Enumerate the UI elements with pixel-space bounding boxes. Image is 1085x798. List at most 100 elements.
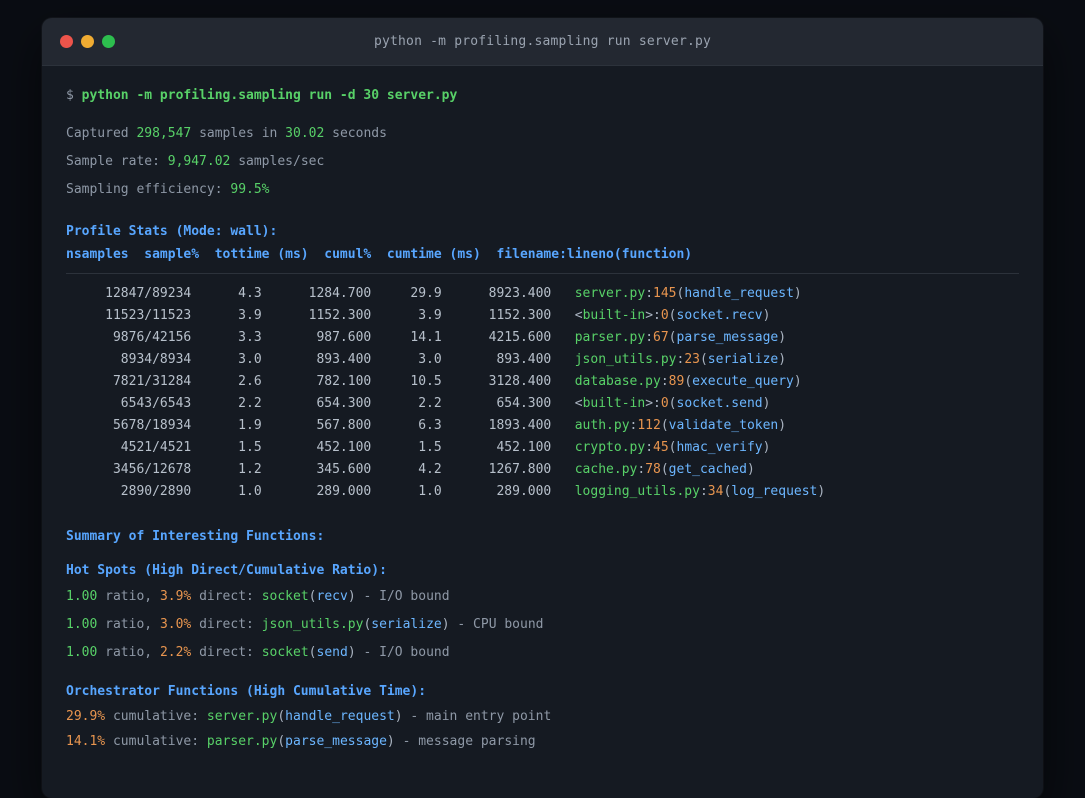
text-segment: 145 bbox=[653, 286, 677, 301]
text-segment: : bbox=[645, 330, 654, 345]
text-segment: Summary of Interesting Functions: bbox=[66, 529, 325, 544]
text-segment: cumulative: bbox=[105, 709, 207, 724]
text-segment: : bbox=[653, 396, 661, 411]
table-divider bbox=[66, 273, 1019, 274]
text-segment: logging_utils.py bbox=[574, 484, 700, 499]
text-segment: 30.02 bbox=[285, 126, 325, 141]
text-segment: crypto.py bbox=[574, 440, 646, 455]
text-segment: python -m profiling.sampling run -d 30 s… bbox=[81, 88, 458, 103]
stats-row: 8934/8934 3.0 893.400 3.0 893.400 json_u… bbox=[66, 349, 1019, 371]
text-segment: json_utils.py bbox=[574, 352, 677, 367]
text-segment: ) bbox=[386, 734, 395, 749]
terminal-titlebar[interactable]: python -m profiling.sampling run server.… bbox=[42, 18, 1043, 66]
terminal-output[interactable]: $ python -m profiling.sampling run -d 30… bbox=[42, 66, 1043, 754]
text-segment: handle_request bbox=[684, 286, 794, 301]
text-segment: ) bbox=[793, 374, 802, 389]
text-segment: get_cached bbox=[668, 462, 747, 477]
text-segment: 8934/8934 3.0 893.400 3.0 893.400 bbox=[66, 352, 575, 367]
stats-row: 9876/42156 3.3 987.600 14.1 4215.600 par… bbox=[66, 327, 1019, 349]
text-segment: - CPU bound bbox=[449, 617, 544, 632]
text-segment: 112 bbox=[637, 418, 661, 433]
text-segment: socket.send bbox=[676, 396, 763, 411]
text-segment: 3456/12678 1.2 345.600 4.2 1267.800 bbox=[66, 462, 575, 477]
orchestrator-line: 14.1% cumulative: parser.py(parse_messag… bbox=[66, 729, 1019, 754]
text-segment: socket bbox=[261, 589, 309, 604]
text-segment: log_request bbox=[731, 484, 818, 499]
stats-row: 12847/89234 4.3 1284.700 29.9 8923.400 s… bbox=[66, 283, 1019, 305]
text-segment: ratio, bbox=[97, 589, 160, 604]
text-segment: : bbox=[699, 484, 708, 499]
text-segment: Captured bbox=[66, 126, 137, 141]
text-segment: database.py bbox=[574, 374, 661, 389]
command-line: $ python -m profiling.sampling run -d 30… bbox=[66, 82, 1019, 110]
text-segment: 11523/11523 3.9 1152.300 3.9 1152.300 bbox=[66, 308, 575, 323]
text-segment: 89 bbox=[668, 374, 685, 389]
text-segment: parse_message bbox=[285, 734, 387, 749]
text-segment: ) bbox=[778, 330, 787, 345]
text-segment: direct: bbox=[191, 617, 262, 632]
hot-spot-line: 1.00 ratio, 3.9% direct: socket(recv) - … bbox=[66, 583, 1019, 611]
terminal-window: python -m profiling.sampling run server.… bbox=[42, 18, 1043, 798]
text-segment: seconds bbox=[324, 126, 387, 141]
text-segment: 4521/4521 1.5 452.100 1.5 452.100 bbox=[66, 440, 575, 455]
text-segment: 12847/89234 4.3 1284.700 29.9 8923.400 bbox=[66, 286, 575, 301]
window-title: python -m profiling.sampling run server.… bbox=[373, 34, 712, 49]
text-segment: socket bbox=[261, 645, 309, 660]
text-segment: direct: bbox=[191, 589, 262, 604]
text-segment: ( bbox=[308, 589, 317, 604]
text-segment: > bbox=[645, 396, 654, 411]
stats-row: 11523/11523 3.9 1152.300 3.9 1152.300 <b… bbox=[66, 305, 1019, 327]
hot-spots-list: 1.00 ratio, 3.9% direct: socket(recv) - … bbox=[66, 583, 1019, 667]
text-segment: - I/O bound bbox=[355, 589, 450, 604]
captured-samples-line: Captured 298,547 samples in 30.02 second… bbox=[66, 120, 1019, 148]
text-segment: ( bbox=[668, 396, 677, 411]
text-segment: ( bbox=[699, 352, 708, 367]
text-segment: Sample rate: bbox=[66, 154, 168, 169]
text-segment: built-in bbox=[582, 396, 646, 411]
text-segment: ( bbox=[668, 330, 677, 345]
text-segment: : bbox=[645, 286, 654, 301]
text-segment: 6543/6543 2.2 654.300 2.2 654.300 bbox=[66, 396, 575, 411]
text-segment: : bbox=[660, 374, 669, 389]
text-segment: handle_request bbox=[285, 709, 395, 724]
text-segment: cumulative: bbox=[105, 734, 207, 749]
text-segment: socket.recv bbox=[676, 308, 763, 323]
text-segment: ) bbox=[746, 462, 755, 477]
text-segment: 9,947.02 bbox=[167, 154, 231, 169]
text-segment: server.py bbox=[206, 709, 278, 724]
zoom-button[interactable] bbox=[102, 35, 115, 48]
text-segment: - message parsing bbox=[394, 734, 536, 749]
text-segment: serialize bbox=[707, 352, 779, 367]
summary-heading: Summary of Interesting Functions: bbox=[66, 525, 1019, 549]
hot-spot-line: 1.00 ratio, 2.2% direct: socket(send) - … bbox=[66, 639, 1019, 667]
minimize-button[interactable] bbox=[81, 35, 94, 48]
text-segment: Profile Stats (Mode: wall): bbox=[66, 224, 278, 239]
text-segment: ( bbox=[668, 308, 677, 323]
text-segment: execute_query bbox=[692, 374, 794, 389]
text-segment: 0 bbox=[660, 396, 669, 411]
text-segment: 2.2% bbox=[159, 645, 192, 660]
text-segment: 3.9% bbox=[159, 589, 192, 604]
hot-spots-heading: Hot Spots (High Direct/Cumulative Ratio)… bbox=[66, 559, 1019, 583]
profile-stats-heading: Profile Stats (Mode: wall): bbox=[66, 220, 1019, 244]
text-segment: 23 bbox=[684, 352, 700, 367]
text-segment: ) bbox=[762, 308, 771, 323]
text-segment: - I/O bound bbox=[355, 645, 450, 660]
text-segment: validate_token bbox=[668, 418, 779, 433]
text-segment: ratio, bbox=[97, 617, 160, 632]
text-segment: ( bbox=[660, 418, 669, 433]
text-segment: 1.00 bbox=[66, 589, 98, 604]
text-segment: < bbox=[574, 396, 583, 411]
text-segment: ) bbox=[762, 440, 771, 455]
orchestrator-line: 29.9% cumulative: server.py(handle_reque… bbox=[66, 704, 1019, 729]
text-segment: 29.9% bbox=[66, 709, 106, 724]
text-segment: samples/sec bbox=[230, 154, 325, 169]
text-segment: ( bbox=[308, 645, 317, 660]
text-segment: cache.py bbox=[574, 462, 638, 477]
text-segment: parse_message bbox=[676, 330, 779, 345]
text-segment: ( bbox=[277, 709, 286, 724]
text-segment: json_utils.py bbox=[261, 617, 364, 632]
close-button[interactable] bbox=[60, 35, 73, 48]
orchestrator-list: 29.9% cumulative: server.py(handle_reque… bbox=[66, 704, 1019, 754]
text-segment: 0 bbox=[660, 308, 669, 323]
